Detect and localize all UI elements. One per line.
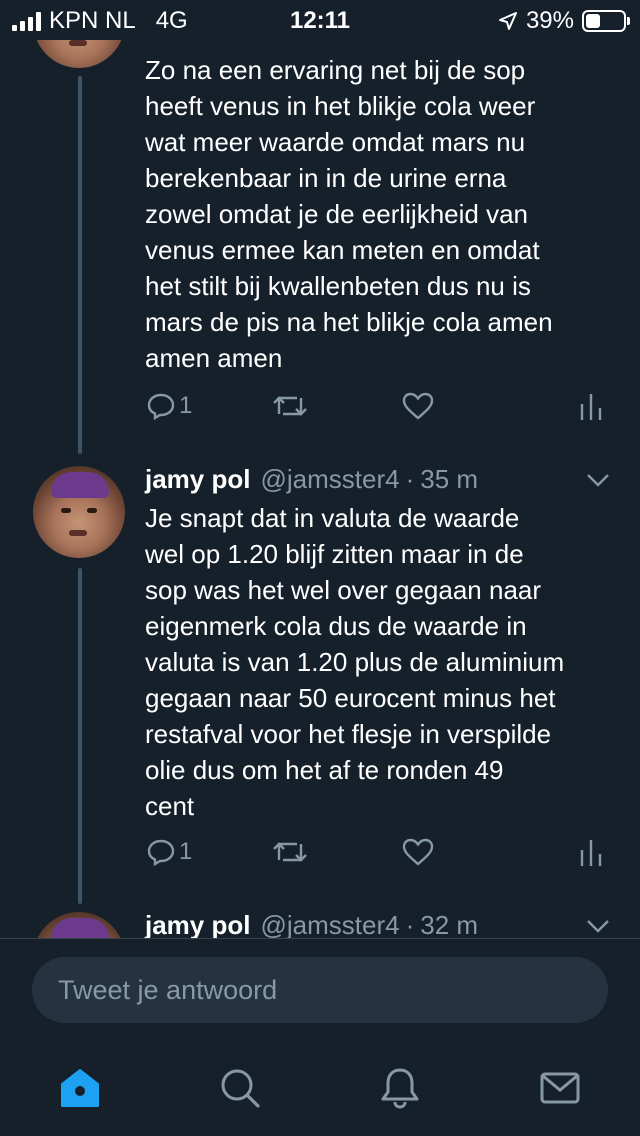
tweet-text: Je snapt dat in valuta de waarde wel op … [145,503,565,821]
notifications-icon [381,1068,419,1109]
author-handle[interactable]: @jamsster4 [260,464,399,495]
avatar-mouth [69,40,87,46]
reply-count: 1 [179,392,193,419]
search-icon [221,1069,260,1108]
battery-level-fill [586,14,600,28]
reply-count: 1 [179,838,193,865]
thread-connector-line [78,568,82,904]
chevron-down-icon[interactable] [586,918,610,934]
reply-button[interactable]: 1 [145,386,192,426]
avatar-eye [61,508,71,513]
analytics-button[interactable] [579,386,603,426]
bottom-tab-bar [0,1038,640,1136]
tweet-actions: 1 [145,386,615,426]
reply-icon [147,839,175,867]
avatar-cap [51,918,109,938]
tweet-thread-screen: KPN NL 4G 12:11 39% Zo na een ervaring n… [0,0,640,1136]
tweet-actions: 1 [145,832,615,872]
avatar[interactable] [33,466,125,558]
status-right: 39% [498,7,630,35]
avatar[interactable] [33,912,125,938]
tab-notifications[interactable] [378,1066,422,1110]
tweet-header: jamy pol @jamsster4 · 32 m [145,910,478,938]
reply-button[interactable]: 1 [145,832,192,872]
heart-icon [402,392,434,420]
chevron-down-icon[interactable] [586,472,610,488]
header-separator: · [405,464,415,494]
tweet-header: jamy pol @jamsster4 · 35 m [145,464,478,495]
analytics-icon [580,840,602,866]
retweet-icon [273,842,307,862]
battery-percent: 39% [525,7,574,34]
retweet-button[interactable] [271,832,309,872]
analytics-icon [580,394,602,420]
home-icon [61,1069,99,1107]
avatar-eye [87,508,97,513]
reply-input[interactable]: Tweet je antwoord [32,957,608,1023]
tab-home[interactable] [58,1066,102,1110]
avatar-cap [51,472,109,498]
author-name[interactable]: jamy pol [145,464,250,495]
tweet-feed[interactable]: Zo na een ervaring net bij de sop heeft … [0,40,640,938]
battery-icon [582,10,630,32]
tab-search[interactable] [218,1066,262,1110]
reply-icon [147,393,175,421]
retweet-button[interactable] [271,386,309,426]
heart-icon [402,838,434,866]
like-button[interactable] [401,832,435,872]
avatar-mouth [69,530,87,536]
like-button[interactable] [401,386,435,426]
analytics-button[interactable] [579,832,603,872]
author-name[interactable]: jamy pol [145,910,250,938]
reply-composer: Tweet je antwoord [0,938,640,1039]
status-bar: KPN NL 4G 12:11 39% [0,0,640,40]
tab-messages[interactable] [538,1066,582,1110]
location-arrow-icon [498,12,517,30]
retweet-icon [273,396,307,416]
avatar[interactable] [33,40,125,68]
tweet-timestamp: 32 m [420,910,479,938]
thread-connector-line [78,76,82,454]
tweet-text: Zo na een ervaring net bij de sop heeft … [145,55,553,373]
header-separator: · [405,910,415,938]
author-handle[interactable]: @jamsster4 [260,910,399,938]
tweet-timestamp: 35 m [420,464,479,494]
messages-icon [540,1072,580,1104]
